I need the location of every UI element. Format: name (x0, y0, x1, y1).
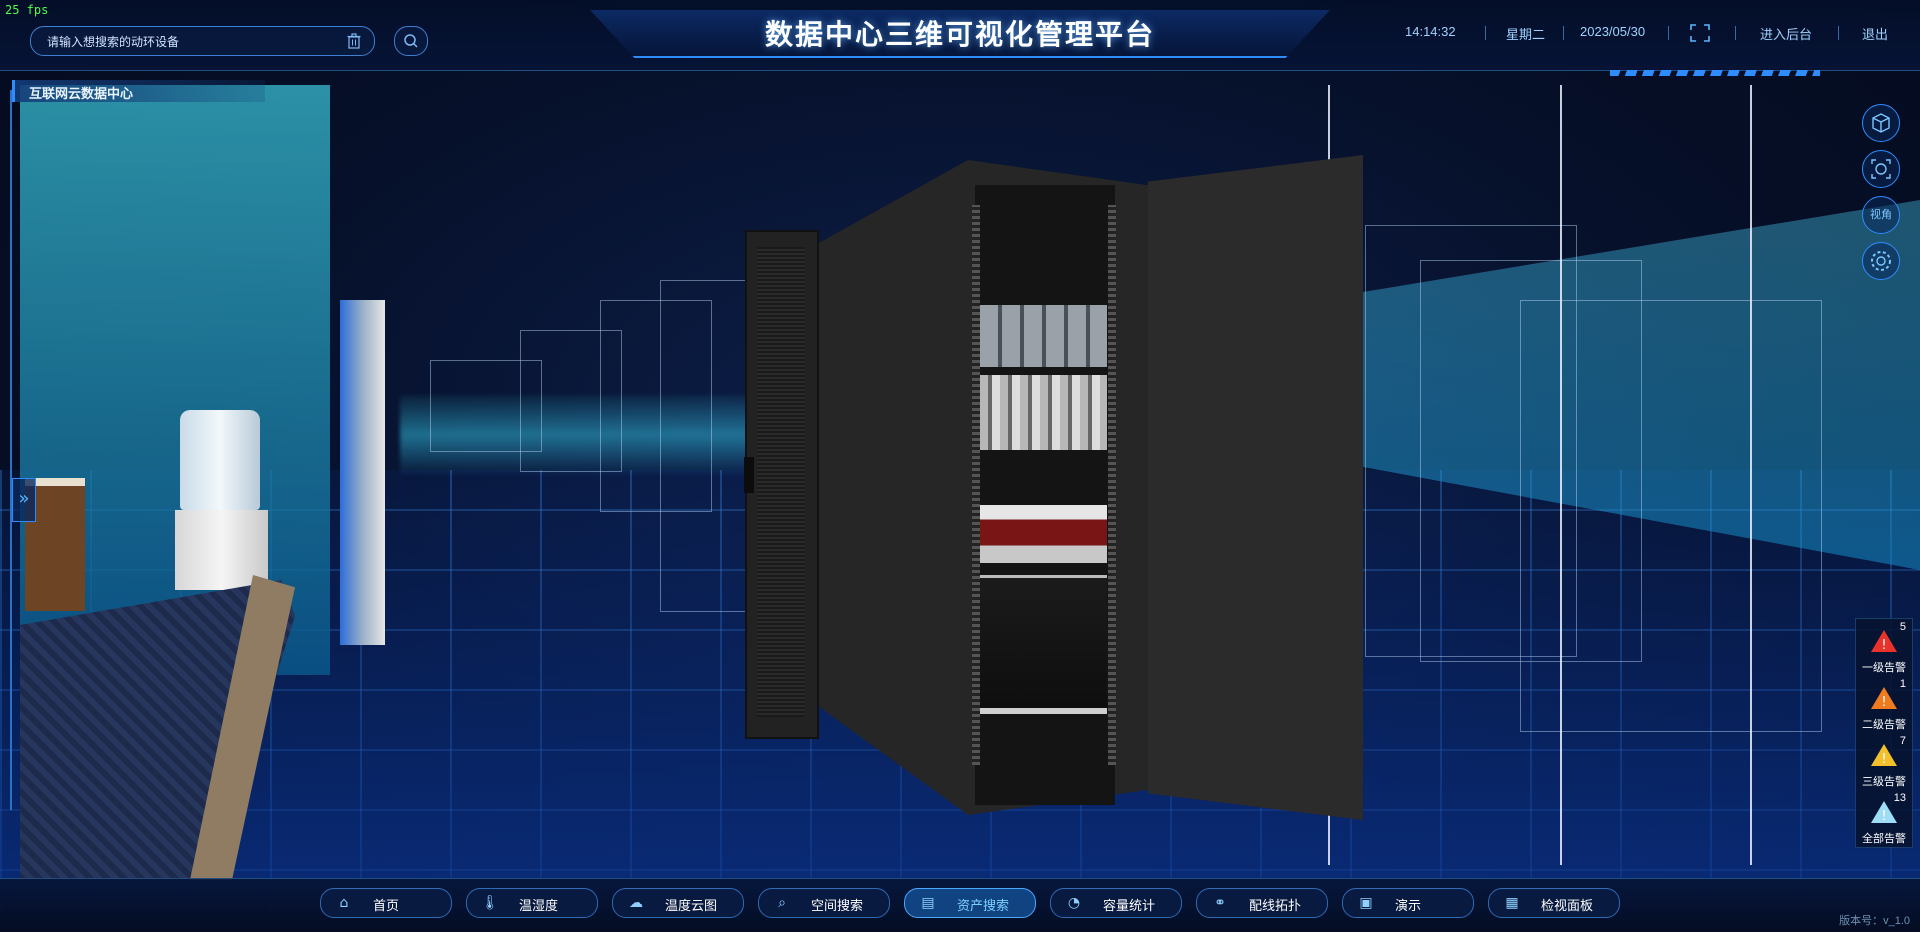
tool-settings[interactable] (1862, 242, 1900, 280)
nav-space-search[interactable]: ⌕ 空间搜索 (758, 888, 890, 918)
alarm-count: 1 (1899, 678, 1906, 690)
pipe-line (1750, 85, 1752, 865)
view-angle-label: 视角 (1870, 209, 1892, 221)
cloud-icon: ☁ (629, 895, 643, 911)
header-divider (1838, 26, 1839, 40)
door-handle (744, 457, 754, 493)
alarm-count: 5 (1899, 621, 1906, 633)
double-chevron-right-icon: » (18, 488, 30, 509)
asset-search-icon: ▤ (921, 895, 935, 911)
alarm-panel: 5 ! 一级告警 1 ! 二级告警 7 ! 三级告警 13 ! 全部告警 (1855, 618, 1913, 848)
logout-button[interactable]: 退出 (1862, 24, 1888, 43)
rack-rail (972, 205, 980, 765)
nav-dashboard[interactable]: ▦ 检视面板 (1488, 888, 1620, 918)
trash-icon[interactable] (346, 33, 362, 49)
svg-text:!: ! (1881, 638, 1886, 653)
panel-title-bar: 互联网云数据中心 (12, 80, 265, 102)
header-date: 2023/05/30 (1580, 24, 1646, 39)
header-weekday: 星期二 (1506, 27, 1546, 42)
nav-temp-humidity[interactable]: 🌡 温湿度 (466, 888, 598, 918)
cabinet-left-door[interactable] (744, 230, 819, 739)
fullscreen-icon[interactable] (1690, 24, 1710, 42)
dashboard-icon: ▦ (1505, 895, 1519, 911)
presentation-icon: ▣ (1359, 895, 1373, 911)
cabinet-right-door[interactable] (1148, 155, 1363, 820)
nav-label: 演示 (1395, 898, 1422, 913)
fps-counter: 25 fps (5, 3, 49, 17)
admin-button[interactable]: 进入后台 (1760, 24, 1812, 43)
alarm-all[interactable]: 13 ! 全部告警 (1856, 790, 1912, 846)
wireframe-room (1520, 300, 1822, 732)
page-title: 数据中心三维可视化管理平台 (764, 18, 1155, 51)
header-divider (1735, 26, 1736, 40)
nav-asset-search[interactable]: ▤ 资产搜索 (904, 888, 1036, 918)
alarm-count: 7 (1899, 735, 1906, 747)
tool-view-angle[interactable]: 视角 (1862, 196, 1900, 234)
pie-chart-icon: ◔ (1067, 895, 1081, 911)
nav-label: 空间搜索 (811, 898, 864, 913)
alarm-label: 三级告警 (1862, 776, 1906, 788)
header-divider (1563, 26, 1564, 40)
device-search-box[interactable] (30, 26, 375, 56)
pipe-line (1560, 85, 1562, 865)
nav-label: 检视面板 (1541, 898, 1594, 913)
nav-label: 容量统计 (1103, 898, 1156, 913)
door-mesh (757, 247, 805, 717)
warning-triangle-yellow-icon: ! (1871, 744, 1897, 767)
rack-rail (1108, 205, 1116, 765)
svg-text:!: ! (1881, 809, 1886, 824)
rack-server[interactable] (980, 575, 1107, 714)
header-divider (1668, 26, 1669, 40)
alarm-label: 全部告警 (1862, 833, 1906, 845)
alarm-level-1[interactable]: 5 ! 一级告警 (1856, 619, 1912, 675)
rack-server[interactable] (980, 505, 1107, 563)
alarm-level-2[interactable]: 1 ! 二级告警 (1856, 676, 1912, 732)
wireframe-rack (660, 280, 747, 612)
left-frame-edge (10, 90, 24, 810)
nav-label: 配线拓扑 (1249, 898, 1302, 913)
search-icon (404, 34, 418, 48)
expand-panel-button[interactable]: » (12, 478, 36, 522)
nav-temp-cloud[interactable]: ☁ 温度云图 (612, 888, 744, 918)
topology-icon: ⚭ (1214, 895, 1226, 911)
version-label: 版本号：v_1.0 (1839, 915, 1910, 927)
nav-label: 温度云图 (665, 898, 718, 913)
rack-server[interactable] (980, 305, 1107, 367)
alarm-label: 二级告警 (1862, 719, 1906, 731)
header-divider (1485, 26, 1486, 40)
3d-scene-viewport[interactable] (0, 0, 1920, 931)
hud-decor-stripes (1610, 70, 1820, 76)
rack-server[interactable] (980, 375, 1107, 450)
header-time: 14:14:32 (1405, 24, 1456, 39)
thermometer-icon: 🌡 (481, 895, 499, 911)
nav-home[interactable]: ⌂ 首页 (320, 888, 452, 918)
gear-icon (1871, 251, 1891, 271)
nav-label: 温湿度 (519, 898, 559, 913)
capture-icon (1871, 159, 1891, 179)
home-icon: ⌂ (339, 895, 349, 911)
warning-triangle-red-icon: ! (1871, 630, 1897, 653)
nav-label: 资产搜索 (957, 898, 1010, 913)
svg-text:!: ! (1881, 752, 1886, 767)
nav-capacity[interactable]: ◔ 容量统计 (1050, 888, 1182, 918)
svg-text:!: ! (1881, 695, 1886, 710)
panel-title: 互联网云数据中心 (29, 86, 134, 101)
nav-label: 首页 (373, 898, 400, 913)
nav-demo[interactable]: ▣ 演示 (1342, 888, 1474, 918)
glass-door (340, 300, 385, 645)
alarm-level-3[interactable]: 7 ! 三级告警 (1856, 733, 1912, 789)
tool-3d-view[interactable] (1862, 104, 1900, 142)
nav-topology[interactable]: ⚭ 配线拓扑 (1196, 888, 1328, 918)
alarm-label: 一级告警 (1862, 662, 1906, 674)
cube-3d-icon (1872, 113, 1890, 133)
warning-triangle-orange-icon: ! (1871, 687, 1897, 710)
warning-triangle-blue-icon: ! (1871, 801, 1897, 824)
space-search-icon: ⌕ (778, 895, 786, 911)
search-input[interactable] (45, 31, 329, 53)
water-cooler-bottle (180, 410, 260, 510)
tool-capture[interactable] (1862, 150, 1900, 188)
search-button[interactable] (394, 26, 428, 56)
